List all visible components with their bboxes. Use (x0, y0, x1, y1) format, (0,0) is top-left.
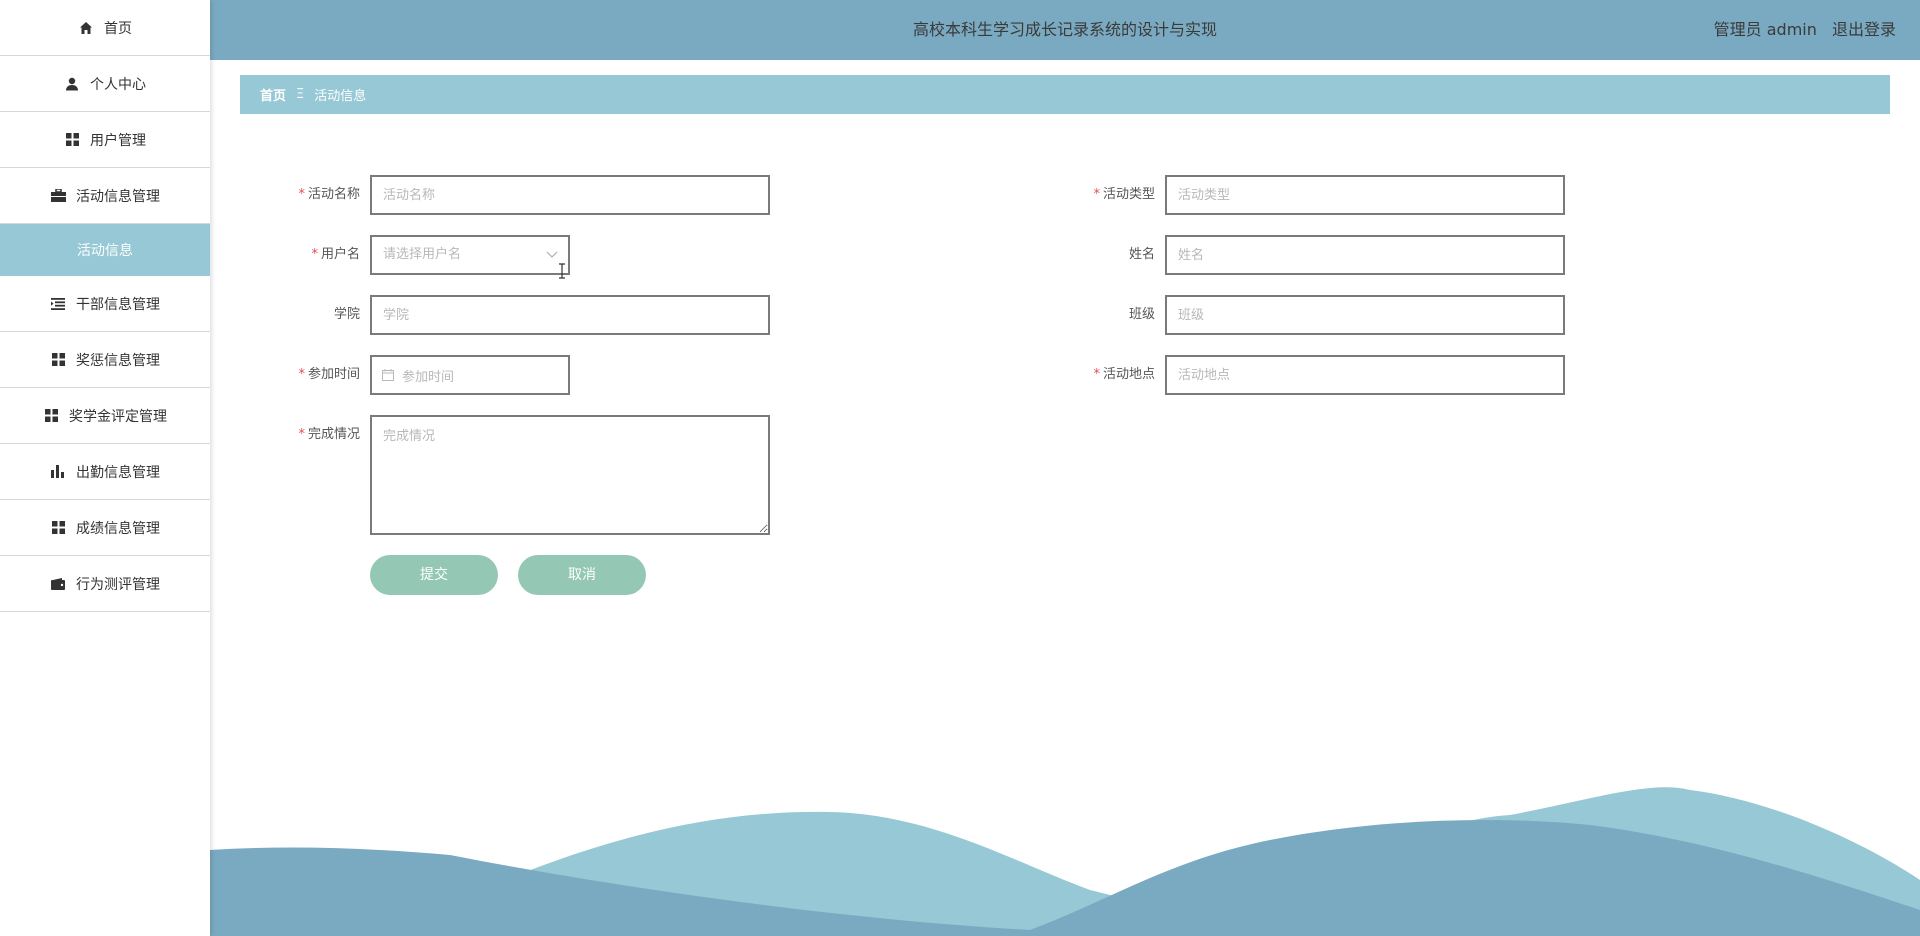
header-user-area: 管理员 admin 退出登录 (1704, 0, 1896, 60)
sidebar-item-label: 出勤信息管理 (76, 464, 160, 481)
submit-button[interactable]: 提交 (370, 555, 498, 595)
join-time-picker[interactable]: 参加时间 (370, 355, 570, 395)
sidebar-item-home[interactable]: 首页 (0, 0, 210, 56)
class-input[interactable] (1165, 295, 1565, 335)
top-header: 高校本科生学习成长记录系统的设计与实现 管理员 admin 退出登录 (210, 0, 1920, 60)
bar-chart-icon (50, 464, 66, 480)
college-label: 学院 (333, 307, 360, 322)
sidebar-item-label: 用户管理 (90, 132, 146, 149)
name-input[interactable] (1165, 235, 1565, 275)
grid-icon (64, 132, 80, 148)
breadcrumb-home[interactable]: 首页 (260, 85, 286, 104)
activity-name-label: * 活动名称 (298, 187, 360, 202)
sidebar-item-label: 奖惩信息管理 (76, 352, 160, 369)
activity-name-input[interactable] (370, 175, 770, 215)
breadcrumb-separator-icon: Ξ (296, 87, 305, 102)
sidebar-item-label: 个人中心 (90, 76, 146, 93)
briefcase-icon (50, 188, 66, 204)
sidebar-item-grade-management[interactable]: 成绩信息管理 (0, 500, 210, 556)
breadcrumb-current: 活动信息 (314, 89, 367, 104)
activity-type-label: * 活动类型 (1093, 187, 1155, 202)
sidebar-item-activity-management[interactable]: 活动信息管理 (0, 168, 210, 224)
sidebar-item-behavior-management[interactable]: 行为测评管理 (0, 556, 210, 612)
page-title: 高校本科生学习成长记录系统的设计与实现 (912, 20, 1217, 39)
join-time-placeholder: 参加时间 (402, 369, 455, 385)
location-label: * 活动地点 (1093, 367, 1155, 382)
cancel-button[interactable]: 取消 (518, 555, 646, 595)
sidebar-item-label: 首页 (104, 20, 132, 37)
college-input[interactable] (370, 295, 770, 335)
sidebar-item-cadre-management[interactable]: 干部信息管理 (0, 276, 210, 332)
activity-type-input[interactable] (1165, 175, 1565, 215)
sidebar-item-activity-info[interactable]: 活动信息 (0, 224, 210, 276)
chevron-down-icon (546, 237, 558, 288)
sidebar-item-user-management[interactable]: 用户管理 (0, 112, 210, 168)
grid-icon (43, 408, 59, 424)
sidebar-item-reward-management[interactable]: 奖惩信息管理 (0, 332, 210, 388)
sidebar-item-attendance-management[interactable]: 出勤信息管理 (0, 444, 210, 500)
sidebar-item-label: 奖学金评定管理 (69, 408, 167, 425)
decorative-waves (210, 787, 1920, 936)
name-label: 姓名 (1128, 247, 1155, 262)
sidebar: 首页 个人中心 用户管理 活动信息管理 活动信息 干部信息管理 奖惩信息管理 奖… (0, 0, 210, 936)
calendar-icon (382, 369, 394, 381)
user-icon (64, 76, 80, 92)
grid-icon (50, 520, 66, 536)
breadcrumb: 首页 Ξ 活动信息 (240, 75, 1890, 114)
text-cursor-icon (559, 263, 565, 279)
sidebar-item-label: 干部信息管理 (76, 296, 160, 313)
sidebar-item-label: 活动信息管理 (76, 188, 160, 205)
sidebar-item-scholarship-management[interactable]: 奖学金评定管理 (0, 388, 210, 444)
current-user: 管理员 admin (1713, 20, 1817, 39)
class-label: 班级 (1128, 307, 1155, 322)
join-time-label: * 参加时间 (298, 367, 360, 382)
wallet-icon (50, 576, 66, 592)
logout-link[interactable]: 退出登录 (1832, 20, 1896, 39)
sidebar-item-label: 活动信息 (77, 243, 133, 259)
username-select-placeholder: 请选择用户名 (383, 247, 462, 262)
sidebar-item-label: 行为测评管理 (76, 576, 160, 593)
username-select[interactable]: 请选择用户名 (370, 235, 570, 275)
location-input[interactable] (1165, 355, 1565, 395)
sidebar-item-label: 成绩信息管理 (76, 520, 160, 537)
username-label: * 用户名 (311, 247, 360, 262)
completion-label: * 完成情况 (298, 427, 360, 442)
grid-icon (50, 352, 66, 368)
home-icon (78, 20, 94, 36)
sidebar-item-personal-center[interactable]: 个人中心 (0, 56, 210, 112)
completion-textarea[interactable] (370, 415, 770, 535)
list-indent-icon (50, 296, 66, 312)
